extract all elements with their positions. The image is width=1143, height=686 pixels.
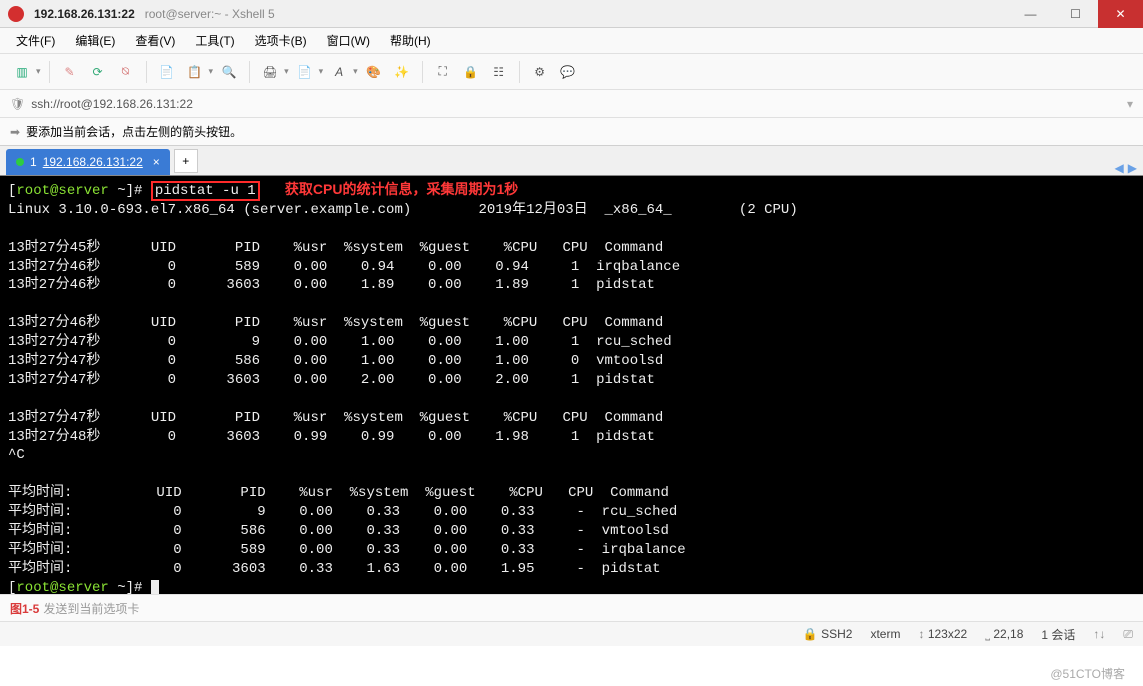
- size-icon: ↕: [918, 627, 924, 641]
- toolbar: ▥▾ ✎ ⟳ ⍉ 📄 📋▾ 🔍 🖨▾ 📄▾ A▾ 🎨 ✨ ⛶ 🔒 ☷ ⚙ 💬: [0, 54, 1143, 90]
- reconnect-icon[interactable]: ⟳: [86, 60, 110, 84]
- close-button[interactable]: ✕: [1098, 0, 1143, 28]
- terminal-output[interactable]: [root@server ~]# pidstat -u 1 获取CPU的统计信息…: [0, 176, 1143, 594]
- cap-icon: ⎚: [1123, 627, 1133, 642]
- status-pos: 22,18: [993, 627, 1023, 641]
- menu-window[interactable]: 窗口(W): [321, 30, 376, 51]
- window-titlebar: 192.168.26.131:22 root@server:~ - Xshell…: [0, 0, 1143, 28]
- tab-label: 192.168.26.131:22: [43, 155, 143, 169]
- app-icon: [8, 6, 24, 22]
- tab-strip: 1 192.168.26.131:22 × + ◀ ▶: [0, 146, 1143, 176]
- font-icon[interactable]: A: [327, 60, 351, 84]
- address-dropdown-icon[interactable]: ▾: [1127, 97, 1133, 111]
- fullscreen-icon[interactable]: ⛶: [431, 60, 455, 84]
- menu-file[interactable]: 文件(F): [10, 30, 61, 51]
- status-bar: 🔒 SSH2 xterm ↕ 123x22 ⎵ 22,18 1 会话 ↑↓ ⎚: [0, 622, 1143, 646]
- status-dot-icon: [16, 158, 24, 166]
- status-protocol: SSH2: [821, 627, 852, 641]
- disconnect-icon[interactable]: ⍉: [114, 60, 138, 84]
- compose-hint: 发送到当前选项卡: [43, 600, 139, 617]
- title-subtitle: root@server:~ - Xshell 5: [145, 7, 275, 21]
- menu-bar: 文件(F) 编辑(E) 查看(V) 工具(T) 选项卡(B) 窗口(W) 帮助(…: [0, 28, 1143, 54]
- protocol-lock-icon: 🔒: [803, 627, 818, 641]
- menu-tab[interactable]: 选项卡(B): [249, 30, 313, 51]
- pos-icon: ⎵: [985, 627, 990, 641]
- add-session-arrow-icon[interactable]: ➡: [10, 125, 20, 139]
- tab-index: 1: [30, 155, 37, 169]
- hint-bar: ➡ 要添加当前会话，点击左侧的箭头按钮。: [0, 118, 1143, 146]
- tab-next-icon[interactable]: ▶: [1128, 161, 1137, 175]
- menu-edit[interactable]: 编辑(E): [69, 30, 121, 51]
- address-url[interactable]: ssh://root@192.168.26.131:22: [31, 97, 193, 111]
- status-size: 123x22: [928, 627, 967, 641]
- tab-close-icon[interactable]: ×: [153, 155, 160, 169]
- address-bar: 🛡 ssh://root@192.168.26.131:22 ▾: [0, 90, 1143, 118]
- menu-help[interactable]: 帮助(H): [384, 30, 437, 51]
- options-icon[interactable]: ⚙: [528, 60, 552, 84]
- status-term: xterm: [870, 627, 900, 641]
- title-host: 192.168.26.131:22: [34, 7, 135, 21]
- status-sessions: 1 会话: [1041, 626, 1075, 643]
- compose-bar[interactable]: 图1-5 发送到当前选项卡: [0, 594, 1143, 622]
- figure-label: 图1-5: [10, 600, 39, 617]
- menu-view[interactable]: 查看(V): [129, 30, 181, 51]
- menu-tools[interactable]: 工具(T): [189, 30, 240, 51]
- tab-prev-icon[interactable]: ◀: [1115, 161, 1124, 175]
- new-session-icon[interactable]: ▥: [10, 60, 34, 84]
- net-icon: ↑↓: [1093, 627, 1105, 641]
- open-icon[interactable]: ✎: [58, 60, 82, 84]
- session-tab[interactable]: 1 192.168.26.131:22 ×: [6, 149, 170, 175]
- log-icon[interactable]: 📄: [293, 60, 317, 84]
- highlight-icon[interactable]: ✨: [390, 60, 414, 84]
- print-icon[interactable]: 🖨: [258, 60, 282, 84]
- copy-icon[interactable]: 📋: [183, 60, 207, 84]
- tunnel-icon[interactable]: ☷: [487, 60, 511, 84]
- ssh-lock-icon: 🛡: [10, 97, 25, 111]
- properties-icon[interactable]: 📄: [155, 60, 179, 84]
- minimize-button[interactable]: —: [1008, 0, 1053, 28]
- hint-text: 要添加当前会话，点击左侧的箭头按钮。: [26, 123, 242, 140]
- add-tab-button[interactable]: +: [174, 149, 198, 173]
- palette-icon[interactable]: 🎨: [362, 60, 386, 84]
- lock-icon[interactable]: 🔒: [459, 60, 483, 84]
- search-icon[interactable]: 🔍: [217, 60, 241, 84]
- watermark: @51CTO博客: [1050, 665, 1125, 682]
- chat-icon[interactable]: 💬: [556, 60, 580, 84]
- maximize-button[interactable]: ☐: [1053, 0, 1098, 28]
